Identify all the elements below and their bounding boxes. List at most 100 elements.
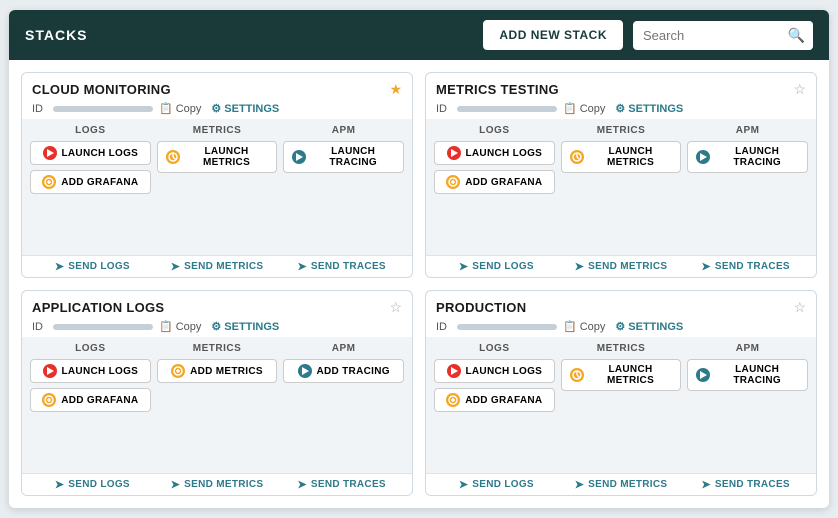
btn-launch-logs[interactable]: LAUNCH LOGS (30, 359, 151, 383)
copy-icon: 📋 (159, 102, 173, 115)
star-empty-icon[interactable]: ☆ (793, 81, 806, 98)
stack-card-production: PRODUCTION ☆ ID 📋 Copy ⚙ SETTINGS LOGS (425, 290, 817, 496)
apm-col-title: APM (332, 343, 356, 354)
gear-icon: ⚙ (211, 320, 221, 333)
send-traces-arrow-icon: ➤ (701, 478, 711, 491)
copy-button[interactable]: 📋 Copy (563, 102, 605, 115)
apm-col-title: APM (736, 125, 760, 136)
send-traces-link[interactable]: ➤ SEND TRACES (683, 478, 808, 491)
logs-col-title: LOGS (75, 343, 105, 354)
id-and-actions: ID 📋 Copy ⚙ SETTINGS (436, 102, 806, 115)
star-filled-icon[interactable]: ★ (389, 81, 402, 98)
copy-button[interactable]: 📋 Copy (563, 320, 605, 333)
btn-add-grafana[interactable]: ADD GRAFANA (434, 170, 555, 194)
service-columns: LOGS LAUNCH LOGS ADD GRAFANA METRICS LAU… (22, 119, 412, 255)
btn-add-metrics[interactable]: ADD METRICS (157, 359, 278, 383)
apm-col-title: APM (736, 343, 760, 354)
send-row: ➤ SEND LOGS ➤ SEND METRICS ➤ SEND TRACES (426, 255, 816, 277)
logs-col: LOGS LAUNCH LOGS ADD GRAFANA (434, 343, 555, 467)
copy-icon: 📋 (563, 320, 577, 333)
header-right: ADD NEW STACK 🔍 (483, 20, 813, 50)
service-columns: LOGS LAUNCH LOGS ADD GRAFANA METRICS LAU… (426, 337, 816, 473)
settings-button[interactable]: ⚙ SETTINGS (615, 320, 683, 333)
stack-title-row: CLOUD MONITORING ★ (32, 81, 402, 98)
btn-label: LAUNCH LOGS (62, 148, 139, 159)
settings-label: SETTINGS (224, 103, 279, 115)
copy-label: Copy (580, 321, 606, 333)
send-traces-label: SEND TRACES (715, 261, 790, 272)
search-input[interactable] (633, 22, 780, 49)
copy-button[interactable]: 📋 Copy (159, 102, 201, 115)
send-logs-label: SEND LOGS (472, 261, 534, 272)
btn-launch-logs[interactable]: LAUNCH LOGS (434, 141, 555, 165)
metrics-col-title: METRICS (193, 125, 242, 136)
copy-label: Copy (176, 321, 202, 333)
btn-add-grafana[interactable]: ADD GRAFANA (30, 170, 151, 194)
send-metrics-link[interactable]: ➤ SEND METRICS (559, 260, 684, 273)
copy-icon: 📋 (159, 320, 173, 333)
stack-title-row: PRODUCTION ☆ (436, 299, 806, 316)
settings-button[interactable]: ⚙ SETTINGS (615, 102, 683, 115)
btn-label: LAUNCH METRICS (185, 146, 269, 168)
copy-icon: 📋 (563, 102, 577, 115)
add-new-stack-button[interactable]: ADD NEW STACK (483, 20, 623, 50)
send-logs-link[interactable]: ➤ SEND LOGS (30, 478, 155, 491)
btn-launch-logs[interactable]: LAUNCH LOGS (434, 359, 555, 383)
send-logs-arrow-icon: ➤ (459, 478, 469, 491)
launch-metrics-icon (570, 368, 584, 382)
btn-launch-tracing[interactable]: LAUNCH TRACING (687, 359, 808, 391)
btn-add-tracing[interactable]: ADD TRACING (283, 359, 404, 383)
btn-launch-metrics[interactable]: LAUNCH METRICS (561, 359, 682, 391)
add-metrics-icon (171, 364, 185, 378)
btn-add-grafana[interactable]: ADD GRAFANA (434, 388, 555, 412)
stack-header: APPLICATION LOGS ☆ ID 📋 Copy ⚙ SETTINGS (22, 291, 412, 337)
star-empty-icon[interactable]: ☆ (793, 299, 806, 316)
send-metrics-link[interactable]: ➤ SEND METRICS (559, 478, 684, 491)
launch-metrics-icon (166, 150, 180, 164)
btn-label: ADD GRAFANA (465, 177, 542, 188)
btn-launch-tracing[interactable]: LAUNCH TRACING (283, 141, 404, 173)
gear-icon: ⚙ (211, 102, 221, 115)
btn-label: LAUNCH LOGS (466, 366, 543, 377)
header: STACKS ADD NEW STACK 🔍 (9, 10, 829, 60)
send-logs-link[interactable]: ➤ SEND LOGS (434, 478, 559, 491)
logs-col: LOGS LAUNCH LOGS ADD GRAFANA (434, 125, 555, 249)
btn-launch-tracing[interactable]: LAUNCH TRACING (687, 141, 808, 173)
gear-icon: ⚙ (615, 102, 625, 115)
btn-launch-logs[interactable]: LAUNCH LOGS (30, 141, 151, 165)
send-traces-link[interactable]: ➤ SEND TRACES (683, 260, 808, 273)
metrics-col-title: METRICS (597, 125, 646, 136)
app-container: STACKS ADD NEW STACK 🔍 CLOUD MONITORING … (9, 10, 829, 508)
send-logs-link[interactable]: ➤ SEND LOGS (434, 260, 559, 273)
id-bar (53, 324, 153, 330)
btn-add-grafana[interactable]: ADD GRAFANA (30, 388, 151, 412)
metrics-col-title: METRICS (193, 343, 242, 354)
star-empty-icon[interactable]: ☆ (389, 299, 402, 316)
settings-button[interactable]: ⚙ SETTINGS (211, 102, 279, 115)
stack-header: PRODUCTION ☆ ID 📋 Copy ⚙ SETTINGS (426, 291, 816, 337)
id-and-actions: ID 📋 Copy ⚙ SETTINGS (32, 102, 402, 115)
search-icon: 🔍 (788, 27, 805, 43)
metrics-col: METRICS LAUNCH METRICS (561, 343, 682, 467)
settings-button[interactable]: ⚙ SETTINGS (211, 320, 279, 333)
id-and-actions: ID 📋 Copy ⚙ SETTINGS (32, 320, 402, 333)
btn-launch-metrics[interactable]: LAUNCH METRICS (561, 141, 682, 173)
btn-launch-metrics[interactable]: LAUNCH METRICS (157, 141, 278, 173)
copy-button[interactable]: 📋 Copy (159, 320, 201, 333)
logs-col: LOGS LAUNCH LOGS ADD GRAFANA (30, 343, 151, 467)
send-traces-link[interactable]: ➤ SEND TRACES (279, 260, 404, 273)
id-bar (457, 106, 557, 112)
send-metrics-arrow-icon: ➤ (171, 478, 181, 491)
launch-logs-icon (447, 146, 461, 160)
send-metrics-link[interactable]: ➤ SEND METRICS (155, 478, 280, 491)
btn-label: LAUNCH LOGS (62, 366, 139, 377)
send-row: ➤ SEND LOGS ➤ SEND METRICS ➤ SEND TRACES (426, 473, 816, 495)
settings-label: SETTINGS (628, 103, 683, 115)
search-icon-button[interactable]: 🔍 (780, 21, 813, 50)
send-metrics-arrow-icon: ➤ (575, 260, 585, 273)
logs-col-title: LOGS (479, 125, 509, 136)
send-logs-arrow-icon: ➤ (459, 260, 469, 273)
send-metrics-link[interactable]: ➤ SEND METRICS (155, 260, 280, 273)
send-traces-link[interactable]: ➤ SEND TRACES (279, 478, 404, 491)
send-logs-link[interactable]: ➤ SEND LOGS (30, 260, 155, 273)
